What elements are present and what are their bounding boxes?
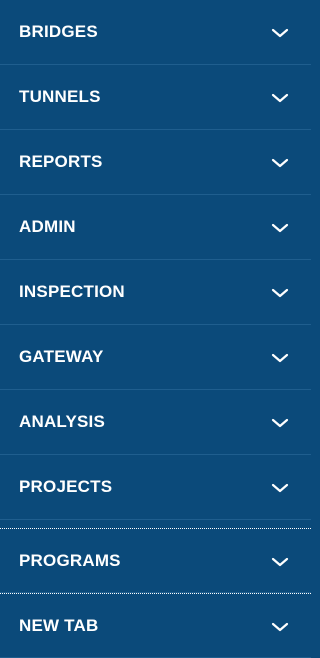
nav-item-programs[interactable]: PROGRAMS xyxy=(0,528,311,593)
nav-item-reports[interactable]: REPORTS xyxy=(0,130,311,195)
sidebar-nav: BRIDGES TUNNELS REPORTS ADMIN INSPECTION… xyxy=(0,0,311,658)
nav-item-label: NEW TAB xyxy=(19,615,99,635)
chevron-down-icon[interactable] xyxy=(271,288,289,298)
nav-item-bridges[interactable]: BRIDGES xyxy=(0,0,311,65)
nav-item-label: REPORTS xyxy=(19,152,103,171)
nav-item-label: BRIDGES xyxy=(19,22,98,41)
nav-item-inspection[interactable]: INSPECTION xyxy=(0,260,311,325)
chevron-down-icon[interactable] xyxy=(271,93,289,103)
chevron-down-icon[interactable] xyxy=(271,483,289,493)
chevron-down-icon[interactable] xyxy=(271,28,289,38)
nav-item-label: TUNNELS xyxy=(19,87,101,106)
nav-item-label: INSPECTION xyxy=(19,282,125,301)
nav-item-projects[interactable]: PROJECTS xyxy=(0,455,311,520)
nav-item-label: ANALYSIS xyxy=(19,412,105,431)
chevron-down-icon[interactable] xyxy=(271,418,289,428)
chevron-down-icon[interactable] xyxy=(271,353,289,363)
chevron-down-icon[interactable] xyxy=(271,622,289,632)
nav-item-new-tab[interactable]: NEW TAB xyxy=(0,593,311,658)
nav-item-label: PROJECTS xyxy=(19,477,113,496)
chevron-down-icon[interactable] xyxy=(271,223,289,233)
nav-item-gateway[interactable]: GATEWAY xyxy=(0,325,311,390)
nav-item-tunnels[interactable]: TUNNELS xyxy=(0,65,311,130)
nav-item-admin[interactable]: ADMIN xyxy=(0,195,311,260)
nav-item-label: GATEWAY xyxy=(19,347,104,366)
nav-item-label: ADMIN xyxy=(19,217,76,236)
nav-item-label: PROGRAMS xyxy=(19,550,121,570)
chevron-down-icon[interactable] xyxy=(271,158,289,168)
chevron-down-icon[interactable] xyxy=(271,557,289,567)
nav-item-analysis[interactable]: ANALYSIS xyxy=(0,390,311,455)
